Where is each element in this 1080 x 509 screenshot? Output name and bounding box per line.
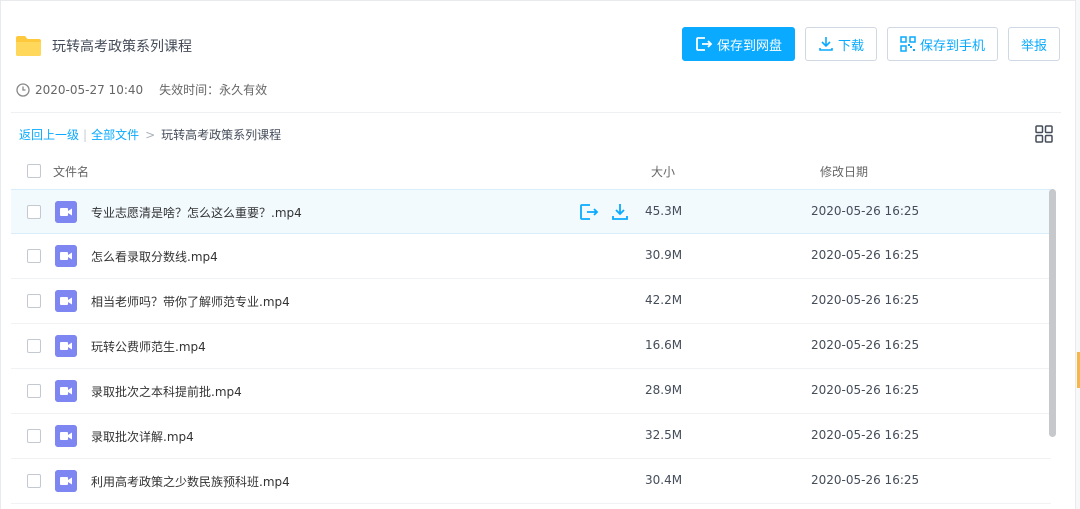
save-to-disk-label: 保存到网盘 [716,38,782,54]
share-title-row: 玩转高考政策系列课程 [15,35,192,57]
video-file-icon [55,425,77,447]
breadcrumb: 返回上一级 | 全部文件 > 玩转高考政策系列课程 [19,126,281,143]
file-checkbox[interactable] [27,429,41,443]
file-name[interactable]: 相当老师吗？带你了解师范专业.mp4 [91,293,290,310]
file-row[interactable]: 专业志愿清是啥？怎么这么重要？.mp4 45.3M 2020-05-26 16:… [11,189,1051,234]
file-checkbox[interactable] [27,474,41,488]
row-save-button[interactable] [579,203,599,224]
download-icon [612,204,628,220]
file-list-header: 文件名 大小 修改日期 [11,154,1049,188]
header-divider [11,112,1061,113]
file-name[interactable]: 怎么看录取分数线.mp4 [91,248,218,265]
file-name[interactable]: 录取批次详解.mp4 [91,428,194,445]
file-size: 30.9M [645,248,683,262]
file-date: 2020-05-26 16:25 [811,204,920,218]
file-size: 28.9M [645,383,683,397]
save-to-disk-button[interactable]: 保存到网盘 [681,27,795,61]
file-row[interactable]: 相当老师吗？带你了解师范专业.mp4 42.2M 2020-05-26 16:2… [11,279,1051,324]
video-file-icon [55,201,77,223]
row-download-button[interactable] [611,203,629,224]
file-checkbox[interactable] [27,294,41,308]
file-list: 专业志愿清是啥？怎么这么重要？.mp4 45.3M 2020-05-26 16:… [11,189,1051,504]
report-label: 举报 [1020,38,1047,54]
video-file-icon [55,335,77,357]
column-size[interactable]: 大小 [651,163,675,180]
file-checkbox[interactable] [27,249,41,263]
file-checkbox[interactable] [27,205,41,219]
file-date: 2020-05-26 16:25 [811,338,920,352]
video-file-icon [55,290,77,312]
select-all-checkbox[interactable] [27,164,41,178]
file-date: 2020-05-26 16:25 [811,293,920,307]
save-to-phone-label: 保存到手机 [919,38,985,54]
clock-icon [16,82,30,97]
grid-view-icon[interactable] [1035,125,1053,143]
file-size: 30.4M [645,473,683,487]
report-button[interactable]: 举报 [1007,27,1060,61]
file-name[interactable]: 利用高考政策之少数民族预科班.mp4 [91,473,290,490]
breadcrumb-current: 玩转高考政策系列课程 [161,128,282,142]
breadcrumb-back-link[interactable]: 返回上一级 [19,126,79,143]
file-date: 2020-05-26 16:25 [811,248,920,262]
action-bar: 保存到网盘 下载 保存到手机 举报 [681,27,1060,61]
video-file-icon [55,470,77,492]
share-date: 2020-05-27 10:40 [35,82,144,97]
file-date: 2020-05-26 16:25 [811,383,920,397]
file-name[interactable]: 玩转公费师范生.mp4 [91,338,206,355]
file-row[interactable]: 录取批次详解.mp4 32.5M 2020-05-26 16:25 [11,414,1051,459]
breadcrumb-all-files-link[interactable]: 全部文件 [91,126,139,143]
share-title: 玩转高考政策系列课程 [52,39,192,55]
download-label: 下载 [837,38,864,54]
save-to-phone-button[interactable]: 保存到手机 [886,27,998,61]
video-file-icon [55,245,77,267]
file-row[interactable]: 录取批次之本科提前批.mp4 28.9M 2020-05-26 16:25 [11,369,1051,414]
file-size: 16.6M [645,338,683,352]
file-size: 32.5M [645,428,683,442]
expire-label: 失效时间： [159,83,220,97]
column-name[interactable]: 文件名 [53,163,89,180]
save-icon [696,37,713,51]
expire-value: 永久有效 [219,83,268,97]
download-button[interactable]: 下载 [804,27,877,61]
file-name[interactable]: 专业志愿清是啥？怎么这么重要？.mp4 [91,204,302,221]
file-row[interactable]: 怎么看录取分数线.mp4 30.9M 2020-05-26 16:25 [11,234,1051,279]
breadcrumb-separator: | [83,127,88,142]
file-row[interactable]: 玩转公费师范生.mp4 16.6M 2020-05-26 16:25 [11,324,1051,369]
breadcrumb-arrow: > [145,127,156,142]
file-date: 2020-05-26 16:25 [811,428,920,442]
qr-code-icon [900,36,916,52]
file-row[interactable]: 利用高考政策之少数民族预科班.mp4 30.4M 2020-05-26 16:2… [11,459,1051,504]
column-date[interactable]: 修改日期 [820,163,868,180]
scrollbar-thumb[interactable] [1049,189,1056,437]
file-checkbox[interactable] [27,339,41,353]
file-checkbox[interactable] [27,384,41,398]
file-size: 45.3M [645,204,683,218]
file-size: 42.2M [645,293,683,307]
folder-icon [16,36,41,56]
row-actions [579,203,629,224]
video-file-icon [55,380,77,402]
share-card: 玩转高考政策系列课程 保存到网盘 下载 保存到手机 举报 2020-05-27 … [0,0,1076,509]
download-icon [819,37,833,51]
save-icon [580,204,599,220]
file-name[interactable]: 录取批次之本科提前批.mp4 [91,383,242,400]
file-date: 2020-05-26 16:25 [811,473,920,487]
share-meta: 2020-05-27 10:40 失效时间： 永久有效 [16,81,267,98]
